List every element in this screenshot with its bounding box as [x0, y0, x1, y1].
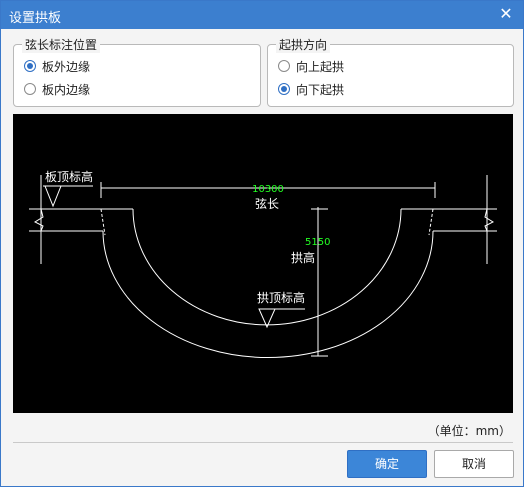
- radio-outer-edge-label: 板外边缘: [42, 59, 91, 74]
- arch-direction-group-title: 起拱方向: [276, 36, 331, 53]
- radio-arch-up[interactable]: 向上起拱: [278, 57, 344, 75]
- radio-arch-down[interactable]: 向下起拱: [278, 80, 344, 98]
- arch-diagram: 板顶标高 10300 弦长 5150 拱高 拱顶标高: [13, 114, 513, 413]
- radio-outer-edge-indicator[interactable]: [24, 60, 36, 72]
- close-icon[interactable]: ✕: [495, 3, 517, 25]
- ok-button[interactable]: 确定: [347, 450, 427, 478]
- arch-inner-curve: [132, 208, 402, 326]
- radio-inner-edge-label: 板内边缘: [42, 82, 91, 97]
- radio-inner-edge-indicator[interactable]: [24, 83, 36, 95]
- footer-divider: [13, 442, 513, 443]
- dialog-window: 设置拱板 ✕ 弦长标注位置 板外边缘 板内边缘 起拱方向 向上起拱 向下起拱 板…: [0, 0, 524, 487]
- slab-top-elevation-symbol: [44, 185, 62, 208]
- radio-outer-edge[interactable]: 板外边缘: [24, 57, 90, 75]
- arch-diagram-svg: 板顶标高 10300 弦长 5150 拱高 拱顶标高: [29, 169, 497, 358]
- radio-arch-down-indicator[interactable]: [278, 83, 290, 95]
- radio-arch-up-label: 向上起拱: [296, 59, 345, 74]
- left-break-symbol: [33, 208, 44, 232]
- radio-arch-down-label: 向下起拱: [296, 82, 345, 97]
- arch-height-label: 拱高: [291, 250, 315, 265]
- arch-direction-group: 起拱方向 向上起拱 向下起拱: [267, 36, 514, 107]
- chord-label: 弦长: [255, 196, 279, 211]
- chord-position-group: 弦长标注位置 板外边缘 板内边缘: [13, 36, 261, 107]
- cancel-button[interactable]: 取消: [434, 450, 514, 478]
- radio-arch-up-indicator[interactable]: [278, 60, 290, 72]
- radio-inner-edge[interactable]: 板内边缘: [24, 80, 90, 98]
- right-dashed-edge: [428, 208, 434, 236]
- arch-height-value: 5150: [305, 237, 330, 248]
- slab-top-elevation-label: 板顶标高: [45, 169, 93, 184]
- chord-value: 10300: [252, 184, 284, 195]
- title-bar[interactable]: 设置拱板 ✕: [1, 1, 523, 29]
- arch-top-elevation-label: 拱顶标高: [257, 290, 305, 305]
- unit-label: （单位：mm）: [427, 424, 511, 438]
- window-title: 设置拱板: [9, 11, 62, 26]
- chord-position-group-title: 弦长标注位置: [22, 36, 101, 53]
- right-break-symbol: [484, 208, 495, 232]
